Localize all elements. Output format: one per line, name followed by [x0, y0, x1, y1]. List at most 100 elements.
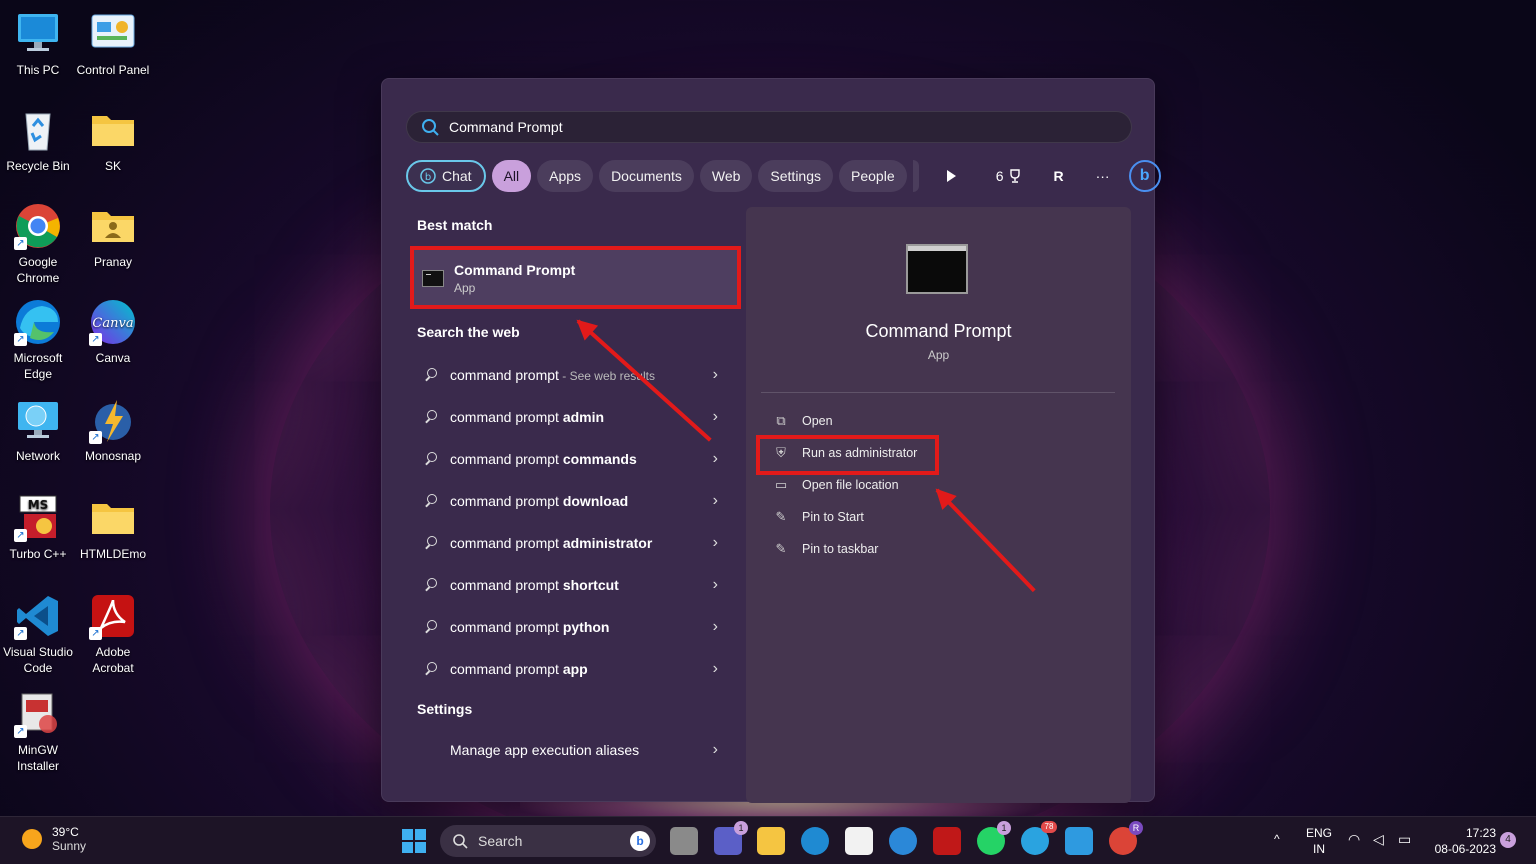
start-button[interactable] [400, 827, 428, 855]
desktop-icon-mingw-installer[interactable]: ↗ MinGW Installer [0, 690, 76, 774]
desktop-icon-label: This PC [16, 63, 60, 77]
settings-heading: Settings [417, 701, 473, 717]
mybusiness-app-icon[interactable] [1065, 827, 1093, 855]
desktop-icon-adobe-acrobat[interactable]: ↗ Adobe Acrobat [75, 592, 151, 676]
folder-icon [89, 106, 137, 154]
battery-icon[interactable]: ▭ [1398, 831, 1411, 847]
desktop-icon-vscode[interactable]: ↗ Visual Studio Code [0, 592, 76, 676]
desktop-icon-pranay[interactable]: Pranay [75, 202, 151, 270]
search-query[interactable]: Command Prompt [449, 119, 563, 135]
filter-all[interactable]: All [491, 160, 532, 192]
web-result-suggestion: download [562, 493, 629, 509]
rewards-points[interactable]: 6 [985, 160, 1033, 192]
weather-app-icon[interactable] [889, 827, 917, 855]
action-open[interactable]: ⧉ Open [773, 409, 832, 433]
search-icon [424, 410, 438, 424]
settings-result-label: Manage app execution aliases [450, 742, 640, 758]
microsoft-store-icon[interactable] [845, 827, 873, 855]
desktop-icon-sk[interactable]: SK [75, 106, 151, 174]
action-pin-to-start[interactable]: ✎ Pin to Start [773, 505, 864, 529]
desktop-icon-this-pc[interactable]: This PC [0, 10, 76, 78]
filter-web-label: Web [711, 168, 741, 184]
chevron-right-icon: › [712, 660, 718, 677]
web-result-row[interactable]: command prompt app › [412, 649, 722, 689]
web-result-row[interactable]: command prompt download › [412, 481, 722, 521]
desktop-icon-htmldemo[interactable]: HTMLDEmo [75, 494, 151, 562]
desktop-icon-network[interactable]: Network [0, 396, 76, 464]
best-match-result[interactable]: Command Prompt App [412, 249, 738, 307]
web-result-row[interactable]: command prompt administrator › [412, 523, 722, 563]
weather-widget[interactable]: 39°C Sunny [22, 825, 86, 853]
filter-chat[interactable]: b Chat [406, 160, 486, 192]
vscode-icon: ↗ [14, 592, 62, 640]
profile-button[interactable]: R [1043, 160, 1075, 192]
file-explorer-icon[interactable] [757, 827, 785, 855]
pin-icon: ✎ [775, 509, 787, 524]
divider [761, 392, 1115, 393]
desktop-icon-label: Google Chrome [16, 255, 60, 285]
edge-icon[interactable] [801, 827, 829, 855]
web-result-row[interactable]: command prompt python › [412, 607, 722, 647]
filter-apps[interactable]: Apps [537, 160, 594, 192]
desktop-icon-control-panel[interactable]: Control Panel [75, 10, 151, 78]
best-match-title: Command Prompt [454, 261, 576, 278]
edge-icon: ↗ [14, 298, 62, 346]
web-result-row[interactable]: command prompt - See web results › [412, 355, 722, 395]
filter-settings-label: Settings [770, 168, 822, 184]
web-result-row[interactable]: command prompt shortcut › [412, 565, 722, 605]
notification-badge: 1 [997, 821, 1011, 835]
filter-people[interactable]: People [839, 160, 907, 192]
language-code: ENG [1306, 826, 1333, 840]
best-match-heading: Best match [417, 217, 493, 233]
chrome-icon[interactable]: R [1109, 821, 1143, 855]
clock[interactable]: 17:23 08-06-2023 [1428, 825, 1496, 857]
filter-settings[interactable]: Settings [758, 160, 834, 192]
filter-documents-label: Documents [611, 168, 682, 184]
task-view-icon[interactable] [670, 827, 698, 855]
shortcut-arrow-icon: ↗ [89, 627, 102, 640]
bing-icon[interactable]: b [1128, 160, 1161, 192]
web-result-row[interactable]: command prompt commands › [412, 439, 722, 479]
search-box[interactable]: Command Prompt [406, 111, 1132, 143]
folder-outline-icon: ▭ [774, 477, 788, 492]
mcafee-icon[interactable] [933, 827, 961, 855]
filter-documents[interactable]: Documents [599, 160, 694, 192]
open-external-icon: ⧉ [776, 413, 786, 428]
telegram-icon[interactable]: 78 [1021, 821, 1057, 855]
filter-web[interactable]: Web [699, 160, 753, 192]
more-options-button[interactable]: ··· [1087, 160, 1119, 192]
taskbar-search[interactable]: Search b [440, 825, 656, 857]
turbo-cpp-icon: MS ↗ [14, 494, 62, 542]
action-open-file-location[interactable]: ▭ Open file location [773, 473, 899, 497]
desktop-icon-google-chrome[interactable]: ↗ Google Chrome [0, 202, 76, 286]
search-icon [424, 578, 438, 592]
action-label: Pin to Start [802, 510, 864, 524]
search-icon [424, 536, 438, 550]
taskbar-search-label: Search [478, 833, 523, 849]
desktop-icon-label: Microsoft Edge [13, 351, 63, 381]
weather-condition: Sunny [52, 839, 87, 853]
wifi-icon[interactable]: ◠ [1348, 831, 1360, 847]
desktop-icon-label: MinGW Installer [16, 743, 60, 773]
language-indicator[interactable]: ENG IN [1306, 825, 1332, 857]
filter-scroll-right-button[interactable] [935, 160, 967, 192]
web-result-row[interactable]: command prompt admin › [412, 397, 722, 437]
weather-temperature: 39°C [52, 825, 79, 839]
teams-icon[interactable]: 1 [714, 821, 748, 855]
show-hidden-icons-chevron-icon[interactable]: ^ [1274, 831, 1280, 847]
settings-result-row[interactable]: Manage app execution aliases › [412, 730, 722, 770]
desktop-icon-label: Pranay [93, 255, 133, 269]
action-run-as-administrator[interactable]: ⛨ Run as administrator [773, 441, 917, 465]
desktop-icon-microsoft-edge[interactable]: ↗ Microsoft Edge [0, 298, 76, 382]
desktop-icon-turbo-cpp[interactable]: MS ↗ Turbo C++ [0, 494, 76, 562]
whatsapp-icon[interactable]: 1 [977, 821, 1011, 855]
desktop-icon-canva[interactable]: Canva ↗ Canva [75, 298, 151, 366]
volume-icon[interactable]: ◁ [1373, 831, 1384, 847]
notification-count-badge[interactable]: 4 [1500, 832, 1516, 848]
action-pin-to-taskbar[interactable]: ✎ Pin to taskbar [773, 537, 879, 561]
search-icon [424, 368, 438, 382]
canva-icon: Canva ↗ [89, 298, 137, 346]
desktop-icon-recycle-bin[interactable]: Recycle Bin [0, 106, 76, 174]
web-result-suggestion: commands [562, 451, 637, 467]
desktop-icon-monosnap[interactable]: ↗ Monosnap [75, 396, 151, 464]
